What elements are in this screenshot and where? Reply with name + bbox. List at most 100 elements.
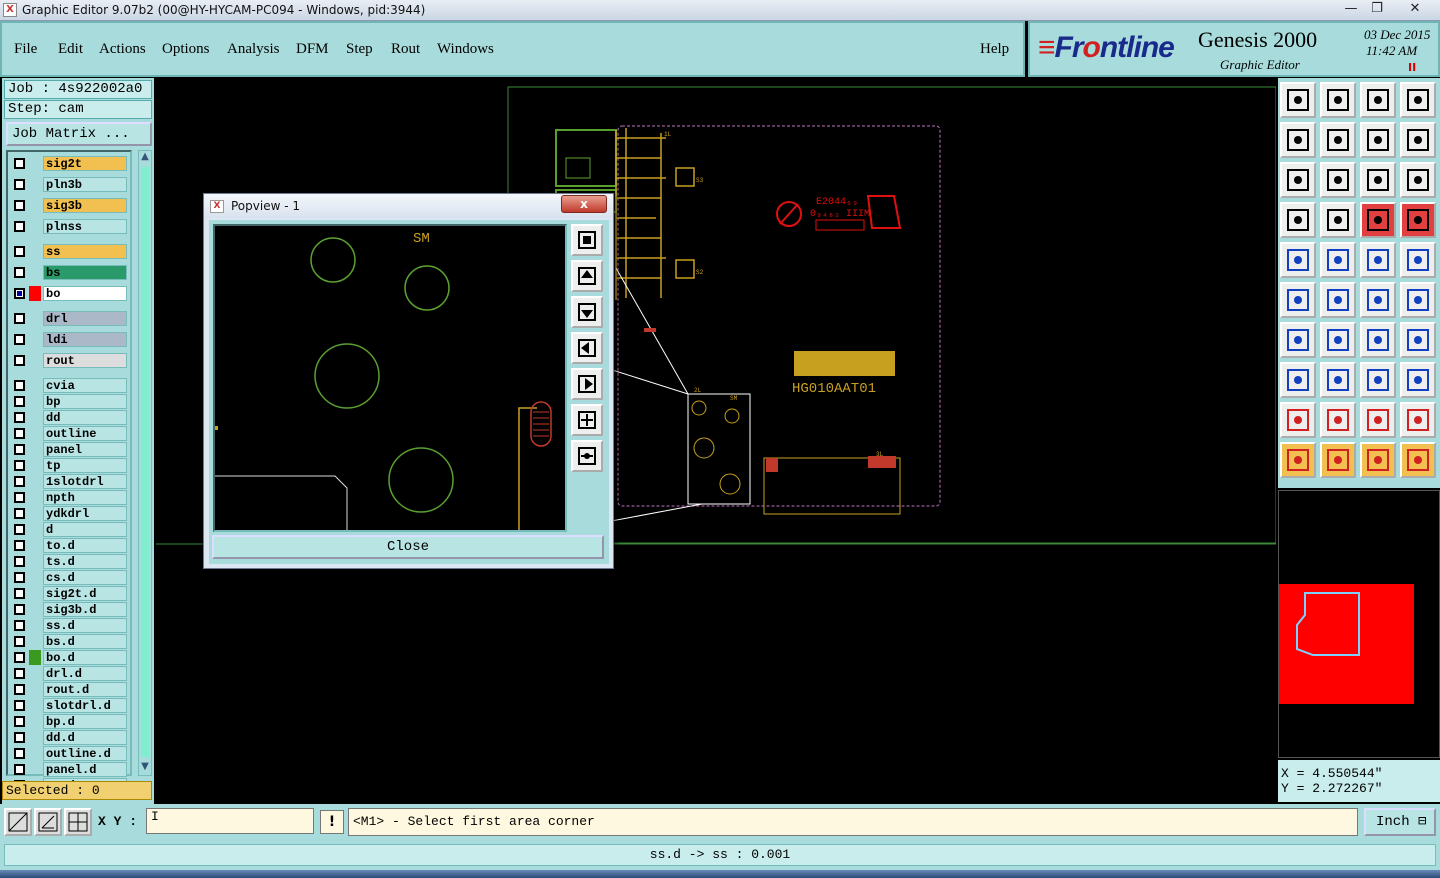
pad-button[interactable] <box>1400 242 1436 278</box>
layer-row[interactable]: sig3b <box>10 198 130 213</box>
layer-name[interactable]: d <box>43 522 127 537</box>
line-edit-button[interactable] <box>1320 362 1356 398</box>
layer-row[interactable]: pln3b <box>10 177 130 192</box>
popview-zoom-in-button[interactable] <box>571 404 603 436</box>
layer-affected-indicator[interactable] <box>29 762 41 777</box>
layer-affected-indicator[interactable] <box>29 730 41 745</box>
layer-name[interactable]: ss.d <box>43 618 127 633</box>
layer-name[interactable]: bp <box>43 394 127 409</box>
layer-name[interactable]: bp.d <box>43 714 127 729</box>
resize-h-button[interactable] <box>1360 362 1396 398</box>
layer-affected-indicator[interactable] <box>29 378 41 393</box>
layer-name[interactable]: sig3b <box>43 198 127 213</box>
layer-affected-indicator[interactable] <box>29 618 41 633</box>
layer-row[interactable]: plnss <box>10 219 130 234</box>
help-button[interactable] <box>1400 162 1436 198</box>
layer-affected-indicator[interactable] <box>29 538 41 553</box>
layer-checkbox[interactable] <box>14 748 25 759</box>
overview-map[interactable] <box>1278 490 1440 758</box>
angle-add-button[interactable] <box>1280 322 1316 358</box>
layer-checkbox[interactable] <box>14 412 25 423</box>
layer-name[interactable]: dd <box>43 410 127 425</box>
layers-red-button[interactable] <box>1360 202 1396 238</box>
popview-titlebar[interactable]: X Popview - 1 x <box>204 194 613 218</box>
layer-name[interactable]: ts.d <box>43 554 127 569</box>
job-matrix-button[interactable]: Job Matrix ... <box>6 122 152 146</box>
layer-checkbox[interactable] <box>14 267 25 278</box>
layer-row[interactable]: bo.d <box>10 650 130 665</box>
layer-name[interactable]: cvia <box>43 378 127 393</box>
layer-name[interactable]: pln3b <box>43 177 127 192</box>
layer-checkbox[interactable] <box>14 246 25 257</box>
layer-affected-indicator[interactable] <box>29 332 41 347</box>
layer-row[interactable]: bp.d <box>10 714 130 729</box>
layer-affected-indicator[interactable] <box>29 682 41 697</box>
layer-checkbox[interactable] <box>14 396 25 407</box>
arrow-select-2-button[interactable] <box>1320 442 1356 478</box>
layer-name[interactable]: ydkdrl <box>43 506 127 521</box>
layer-affected-indicator[interactable] <box>29 156 41 171</box>
pause-indicator[interactable]: II <box>1408 61 1416 74</box>
layer-checkbox[interactable] <box>14 764 25 775</box>
layer-affected-indicator[interactable] <box>29 570 41 585</box>
layer-name[interactable]: bs <box>43 265 127 280</box>
view-split-button[interactable] <box>1400 82 1436 118</box>
color-draw-button[interactable] <box>1320 242 1356 278</box>
layer-checkbox[interactable] <box>14 556 25 567</box>
layer-affected-indicator[interactable] <box>29 746 41 761</box>
menu-windows[interactable]: Windows <box>437 41 494 58</box>
route-net-button[interactable] <box>1280 282 1316 318</box>
minimize-button[interactable]: — <box>1338 0 1364 20</box>
triangle-up-button[interactable] <box>1360 402 1396 438</box>
layer-row[interactable]: bo <box>10 286 130 301</box>
feature-select-button[interactable] <box>1280 242 1316 278</box>
layer-name[interactable]: panel.d <box>43 762 127 777</box>
fit-all-button[interactable] <box>1280 162 1316 198</box>
layer-name[interactable]: bs.d <box>43 634 127 649</box>
layer-name[interactable]: panel <box>43 442 127 457</box>
scroll-down-icon[interactable]: ▼ <box>139 761 151 775</box>
grid-button[interactable] <box>1320 202 1356 238</box>
page-down-button[interactable] <box>1320 82 1356 118</box>
close-window-button[interactable]: ✕ <box>1392 0 1438 20</box>
layer-checkbox[interactable] <box>14 444 25 455</box>
layer-name[interactable]: tp <box>43 458 127 473</box>
layer-checkbox[interactable] <box>14 313 25 324</box>
layer-row[interactable]: ldi <box>10 332 130 347</box>
layer-checkbox[interactable] <box>14 540 25 551</box>
menu-file[interactable]: File <box>14 41 37 58</box>
arc-add-button[interactable] <box>1360 322 1396 358</box>
layer-row[interactable]: dd.d <box>10 730 130 745</box>
layer-row[interactable]: tp <box>10 458 130 473</box>
layer-affected-indicator[interactable] <box>29 506 41 521</box>
layer-checkbox[interactable] <box>14 732 25 743</box>
message-button[interactable]: ! <box>320 810 344 834</box>
layer-name[interactable]: sig3b.d <box>43 602 127 617</box>
layer-checkbox[interactable] <box>14 221 25 232</box>
popview-pan-left-button[interactable] <box>571 332 603 364</box>
layer-affected-indicator[interactable] <box>29 177 41 192</box>
layer-row[interactable]: sig2t <box>10 156 130 171</box>
layer-checkbox[interactable] <box>14 620 25 631</box>
layer-row[interactable]: rout <box>10 353 130 368</box>
layer-affected-indicator[interactable] <box>29 650 41 665</box>
xy-input[interactable]: I <box>146 808 314 834</box>
scroll-up-icon[interactable]: ▲ <box>139 151 151 165</box>
layer-affected-indicator[interactable] <box>29 410 41 425</box>
layer-row[interactable]: drl.d <box>10 666 130 681</box>
layer-row[interactable]: sig3b.d <box>10 602 130 617</box>
layer-name[interactable]: ldi <box>43 332 127 347</box>
layer-checkbox[interactable] <box>14 380 25 391</box>
tool-settings-button[interactable] <box>1280 202 1316 238</box>
menu-dfm[interactable]: DFM <box>296 41 329 58</box>
scale-1-2-button[interactable] <box>1360 162 1396 198</box>
menu-options[interactable]: Options <box>162 41 210 58</box>
layer-name[interactable]: ss <box>43 244 127 259</box>
angle-mode-button[interactable] <box>34 808 62 836</box>
menu-actions[interactable]: Actions <box>99 41 146 58</box>
menu-step[interactable]: Step <box>346 41 373 58</box>
layer-name[interactable]: sig2t <box>43 156 127 171</box>
layer-row[interactable]: slotdrl.d <box>10 698 130 713</box>
layer-name[interactable]: bo.d <box>43 650 127 665</box>
layer-name[interactable]: drl <box>43 311 127 326</box>
